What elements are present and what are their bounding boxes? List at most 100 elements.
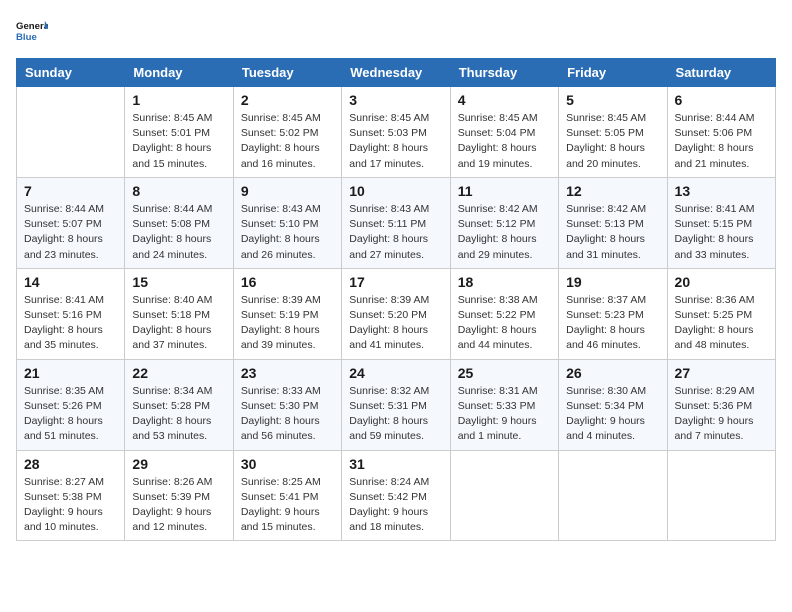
calendar-cell: 15Sunrise: 8:40 AMSunset: 5:18 PMDayligh… — [125, 268, 233, 359]
day-header-tuesday: Tuesday — [233, 59, 341, 87]
cell-content: Sunrise: 8:43 AMSunset: 5:11 PMDaylight:… — [349, 202, 442, 263]
calendar-cell: 31 Sunrise: 8:24 AMSunset: 5:42 PMDayligh… — [342, 450, 450, 541]
calendar-week-5: 28 Sunrise: 8:27 AMSunset: 5:38 PMDayligh… — [17, 450, 776, 541]
day-number: 31 — [349, 456, 442, 472]
cell-content: Sunrise: 8:27 AMSunset: 5:38 PMDaylight:… — [24, 475, 117, 536]
calendar-cell: 18Sunrise: 8:38 AMSunset: 5:22 PMDayligh… — [450, 268, 558, 359]
cell-content: Sunrise: 8:45 AMSunset: 5:03 PMDaylight:… — [349, 111, 442, 172]
header-row: SundayMondayTuesdayWednesdayThursdayFrid… — [17, 59, 776, 87]
day-number: 4 — [458, 92, 551, 108]
day-number: 30 — [241, 456, 334, 472]
calendar-cell: 1 Sunrise: 8:45 AMSunset: 5:01 PMDaylight… — [125, 87, 233, 178]
logo-icon: General Blue — [16, 16, 48, 48]
calendar-cell: 30 Sunrise: 8:25 AMSunset: 5:41 PMDayligh… — [233, 450, 341, 541]
cell-content: Sunrise: 8:43 AMSunset: 5:10 PMDaylight:… — [241, 202, 334, 263]
cell-content: Sunrise: 8:45 AMSunset: 5:04 PMDaylight:… — [458, 111, 551, 172]
calendar-cell: 17 Sunrise: 8:39 AMSunset: 5:20 PMDayligh… — [342, 268, 450, 359]
cell-content: Sunrise: 8:44 AMSunset: 5:07 PMDaylight:… — [24, 202, 117, 263]
day-number: 10 — [349, 183, 442, 199]
calendar-cell: 11 Sunrise: 8:42 AMSunset: 5:12 PMDayligh… — [450, 177, 558, 268]
day-number: 6 — [675, 92, 768, 108]
calendar-cell: 26 Sunrise: 8:30 AMSunset: 5:34 PMDayligh… — [559, 359, 667, 450]
day-header-saturday: Saturday — [667, 59, 775, 87]
day-number: 22 — [132, 365, 225, 381]
calendar-table: SundayMondayTuesdayWednesdayThursdayFrid… — [16, 58, 776, 541]
day-number: 20 — [675, 274, 768, 290]
cell-content: Sunrise: 8:42 AMSunset: 5:12 PMDaylight:… — [458, 202, 551, 263]
cell-content: Sunrise: 8:30 AMSunset: 5:34 PMDaylight:… — [566, 384, 659, 445]
day-number: 19 — [566, 274, 659, 290]
day-number: 8 — [132, 183, 225, 199]
calendar-cell: 5Sunrise: 8:45 AMSunset: 5:05 PMDaylight… — [559, 87, 667, 178]
calendar-cell: 14Sunrise: 8:41 AMSunset: 5:16 PMDayligh… — [17, 268, 125, 359]
cell-content: Sunrise: 8:42 AMSunset: 5:13 PMDaylight:… — [566, 202, 659, 263]
cell-content: Sunrise: 8:41 AMSunset: 5:16 PMDaylight:… — [24, 293, 117, 354]
calendar-week-2: 7 Sunrise: 8:44 AMSunset: 5:07 PMDaylight… — [17, 177, 776, 268]
calendar-cell: 22 Sunrise: 8:34 AMSunset: 5:28 PMDayligh… — [125, 359, 233, 450]
calendar-cell: 16 Sunrise: 8:39 AMSunset: 5:19 PMDayligh… — [233, 268, 341, 359]
day-number: 7 — [24, 183, 117, 199]
day-number: 27 — [675, 365, 768, 381]
cell-content: Sunrise: 8:35 AMSunset: 5:26 PMDaylight:… — [24, 384, 117, 445]
day-number: 25 — [458, 365, 551, 381]
calendar-cell: 29 Sunrise: 8:26 AMSunset: 5:39 PMDayligh… — [125, 450, 233, 541]
day-number: 29 — [132, 456, 225, 472]
day-header-thursday: Thursday — [450, 59, 558, 87]
calendar-cell — [17, 87, 125, 178]
day-number: 28 — [24, 456, 117, 472]
cell-content: Sunrise: 8:38 AMSunset: 5:22 PMDaylight:… — [458, 293, 551, 354]
cell-content: Sunrise: 8:44 AMSunset: 5:06 PMDaylight:… — [675, 111, 768, 172]
cell-content: Sunrise: 8:34 AMSunset: 5:28 PMDaylight:… — [132, 384, 225, 445]
cell-content: Sunrise: 8:44 AMSunset: 5:08 PMDaylight:… — [132, 202, 225, 263]
cell-content: Sunrise: 8:33 AMSunset: 5:30 PMDaylight:… — [241, 384, 334, 445]
cell-content: Sunrise: 8:24 AMSunset: 5:42 PMDaylight:… — [349, 475, 442, 536]
cell-content: Sunrise: 8:41 AMSunset: 5:15 PMDaylight:… — [675, 202, 768, 263]
day-number: 3 — [349, 92, 442, 108]
logo: General Blue — [16, 16, 48, 48]
calendar-cell: 8 Sunrise: 8:44 AMSunset: 5:08 PMDaylight… — [125, 177, 233, 268]
svg-text:Blue: Blue — [16, 32, 37, 43]
calendar-cell: 28 Sunrise: 8:27 AMSunset: 5:38 PMDayligh… — [17, 450, 125, 541]
day-number: 11 — [458, 183, 551, 199]
day-number: 26 — [566, 365, 659, 381]
calendar-cell — [559, 450, 667, 541]
calendar-cell: 21Sunrise: 8:35 AMSunset: 5:26 PMDayligh… — [17, 359, 125, 450]
day-header-wednesday: Wednesday — [342, 59, 450, 87]
calendar-cell: 10 Sunrise: 8:43 AMSunset: 5:11 PMDayligh… — [342, 177, 450, 268]
svg-text:General: General — [16, 21, 48, 32]
calendar-cell: 23 Sunrise: 8:33 AMSunset: 5:30 PMDayligh… — [233, 359, 341, 450]
calendar-cell — [450, 450, 558, 541]
cell-content: Sunrise: 8:45 AMSunset: 5:01 PMDaylight:… — [132, 111, 225, 172]
calendar-week-1: 1 Sunrise: 8:45 AMSunset: 5:01 PMDaylight… — [17, 87, 776, 178]
day-number: 23 — [241, 365, 334, 381]
day-header-sunday: Sunday — [17, 59, 125, 87]
cell-content: Sunrise: 8:39 AMSunset: 5:19 PMDaylight:… — [241, 293, 334, 354]
cell-content: Sunrise: 8:45 AMSunset: 5:05 PMDaylight:… — [566, 111, 659, 172]
day-number: 9 — [241, 183, 334, 199]
cell-content: Sunrise: 8:25 AMSunset: 5:41 PMDaylight:… — [241, 475, 334, 536]
day-number: 2 — [241, 92, 334, 108]
calendar-cell: 12Sunrise: 8:42 AMSunset: 5:13 PMDayligh… — [559, 177, 667, 268]
cell-content: Sunrise: 8:36 AMSunset: 5:25 PMDaylight:… — [675, 293, 768, 354]
day-number: 16 — [241, 274, 334, 290]
cell-content: Sunrise: 8:32 AMSunset: 5:31 PMDaylight:… — [349, 384, 442, 445]
calendar-cell: 27 Sunrise: 8:29 AMSunset: 5:36 PMDayligh… — [667, 359, 775, 450]
calendar-header: SundayMondayTuesdayWednesdayThursdayFrid… — [17, 59, 776, 87]
calendar-cell: 25Sunrise: 8:31 AMSunset: 5:33 PMDayligh… — [450, 359, 558, 450]
calendar-cell: 13 Sunrise: 8:41 AMSunset: 5:15 PMDayligh… — [667, 177, 775, 268]
calendar-week-4: 21Sunrise: 8:35 AMSunset: 5:26 PMDayligh… — [17, 359, 776, 450]
day-number: 15 — [132, 274, 225, 290]
cell-content: Sunrise: 8:29 AMSunset: 5:36 PMDaylight:… — [675, 384, 768, 445]
calendar-cell: 6 Sunrise: 8:44 AMSunset: 5:06 PMDaylight… — [667, 87, 775, 178]
day-number: 24 — [349, 365, 442, 381]
cell-content: Sunrise: 8:26 AMSunset: 5:39 PMDaylight:… — [132, 475, 225, 536]
calendar-cell: 20 Sunrise: 8:36 AMSunset: 5:25 PMDayligh… — [667, 268, 775, 359]
day-number: 1 — [132, 92, 225, 108]
cell-content: Sunrise: 8:39 AMSunset: 5:20 PMDaylight:… — [349, 293, 442, 354]
calendar-cell — [667, 450, 775, 541]
calendar-cell: 9 Sunrise: 8:43 AMSunset: 5:10 PMDaylight… — [233, 177, 341, 268]
day-number: 13 — [675, 183, 768, 199]
day-header-friday: Friday — [559, 59, 667, 87]
day-header-monday: Monday — [125, 59, 233, 87]
day-number: 17 — [349, 274, 442, 290]
